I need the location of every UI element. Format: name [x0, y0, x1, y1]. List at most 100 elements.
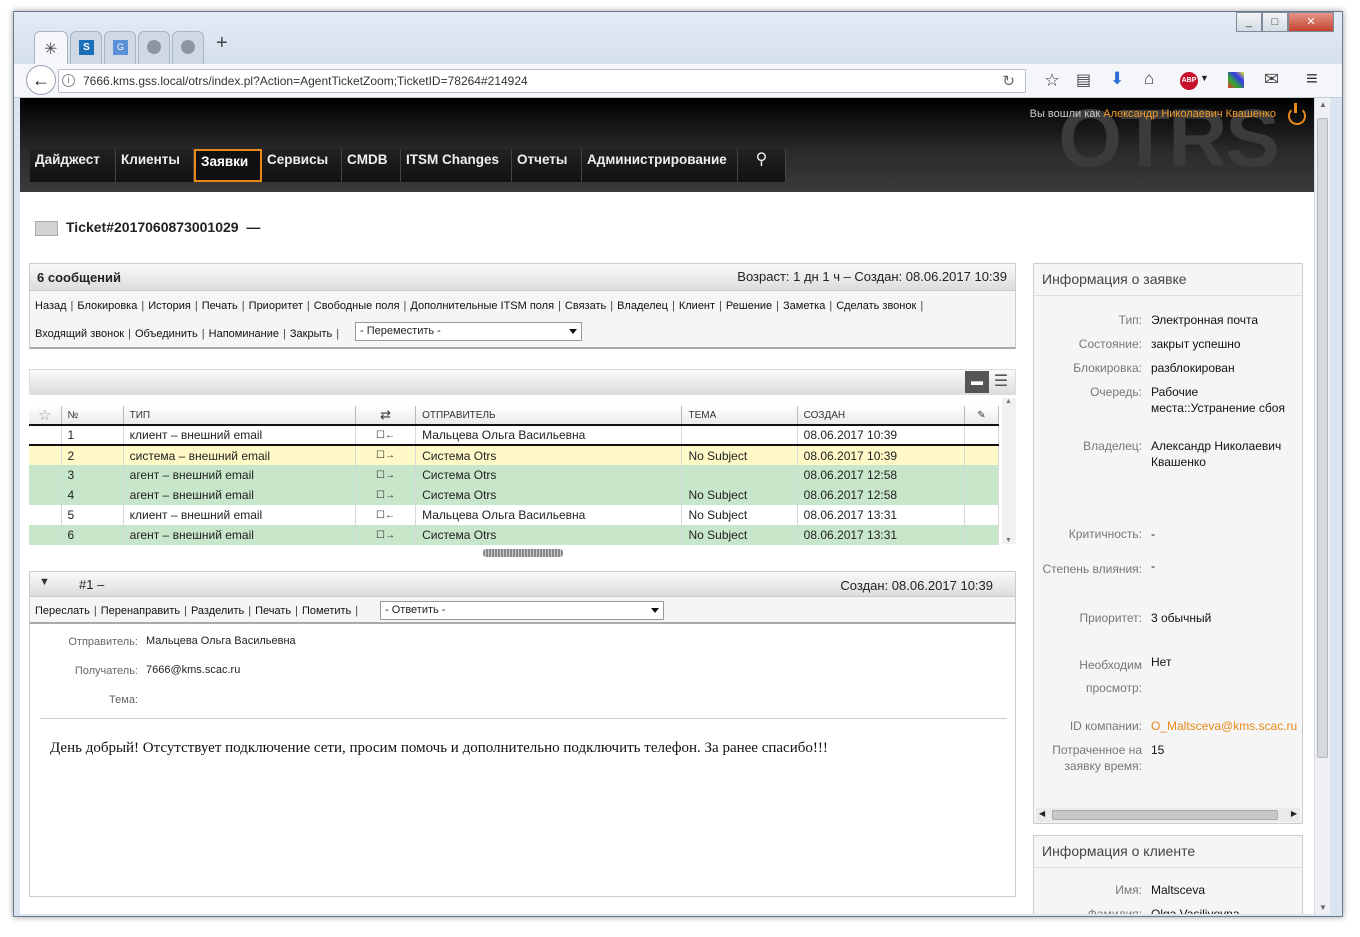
ticket-info-title: Информация о заявке: [1042, 271, 1187, 287]
scroll-left-icon[interactable]: ◀: [1039, 809, 1045, 818]
ticket-action-1[interactable]: Блокировка: [77, 300, 137, 312]
menu-item-services[interactable]: Сервисы: [262, 149, 342, 182]
ticket-action-3[interactable]: Печать: [202, 300, 238, 312]
maximize-button[interactable]: □: [1262, 12, 1288, 32]
ticket-action-5[interactable]: Свободные поля: [314, 300, 400, 312]
minimize-button[interactable]: _: [1236, 12, 1262, 32]
scroll-down-icon[interactable]: ▼: [1005, 537, 1012, 544]
ticket-info-value: -: [1151, 527, 1155, 541]
menu-item-tickets[interactable]: Заявки: [194, 149, 262, 182]
download-icon[interactable]: ⬇: [1110, 69, 1124, 89]
ticket-action-2[interactable]: История: [148, 300, 191, 312]
ticket-action-11[interactable]: Заметка: [783, 300, 825, 312]
reload-icon[interactable]: ↻: [1002, 72, 1015, 90]
ticket-action-4[interactable]: Приоритет: [249, 300, 303, 312]
article-divider: [40, 718, 1007, 719]
bookmark-star-icon[interactable]: ☆: [1044, 70, 1060, 91]
reply-select[interactable]: - Ответить -: [380, 601, 664, 620]
scroll-down-icon[interactable]: ▼: [1319, 903, 1327, 912]
list-view-icon[interactable]: ☰: [991, 371, 1011, 393]
article-body-text: День добрый! Отсутствует подключение сет…: [50, 740, 828, 756]
star-column-header[interactable]: ☆: [29, 406, 62, 425]
article-subject: No Subject: [681, 485, 798, 505]
menu-item-reports[interactable]: Отчеты: [512, 149, 582, 182]
menu-item-clients[interactable]: Клиенты: [116, 149, 194, 182]
user-name-link[interactable]: Александр Николаевич Квашенко: [1103, 108, 1276, 120]
ticket-action-2-1[interactable]: Объединить: [135, 328, 198, 340]
subject-label: Тема:: [109, 694, 138, 706]
menu-search-button[interactable]: ⚲: [738, 149, 786, 182]
ticket-action-7[interactable]: Связать: [565, 300, 606, 312]
menu-item-cmdb[interactable]: CMDB: [342, 149, 401, 182]
mail-icon[interactable]: ✉: [1264, 69, 1279, 90]
article-action-4[interactable]: Пометить: [302, 605, 351, 617]
browser-tab-translate[interactable]: G: [104, 31, 136, 65]
browser-tab-active[interactable]: ✳: [34, 31, 68, 65]
ticket-info-hscroll[interactable]: ◀ ▶: [1036, 808, 1300, 822]
action-separator: |: [558, 300, 561, 312]
browser-tab-sharepoint[interactable]: S: [70, 31, 102, 65]
move-queue-select[interactable]: - Переместить -: [355, 322, 582, 341]
scroll-thumb[interactable]: [1317, 118, 1328, 758]
col-number[interactable]: №: [61, 406, 124, 425]
article-row[interactable]: 1 клиент – внешний email ☐← Мальцева Ольга …: [29, 424, 1000, 446]
article-table-vscroll[interactable]: ▲ ▼: [1002, 398, 1016, 544]
close-window-button[interactable]: ✕: [1288, 12, 1334, 32]
article-created: 08.06.2017 13:31: [797, 525, 965, 545]
ticket-action-2-0[interactable]: Входящий звонок: [35, 328, 124, 340]
scroll-up-icon[interactable]: ▲: [1005, 398, 1012, 405]
article-action-0[interactable]: Переслать: [35, 605, 90, 617]
ticket-action-10[interactable]: Решение: [726, 300, 772, 312]
browser-tab-globe-2[interactable]: [172, 31, 204, 65]
col-type[interactable]: ТИП: [123, 406, 357, 425]
scroll-right-icon[interactable]: ▶: [1291, 809, 1297, 818]
logout-power-icon[interactable]: [1288, 103, 1306, 125]
article-action-2[interactable]: Разделить: [191, 605, 244, 617]
ticket-action-2-2[interactable]: Напоминание: [209, 328, 279, 340]
adblock-dropdown-icon[interactable]: ▼: [1200, 73, 1209, 83]
menu-item-itsm-changes[interactable]: ITSM Changes: [401, 149, 512, 182]
scroll-thumb[interactable]: [1052, 810, 1278, 820]
menu-item-digest[interactable]: Дайджест: [30, 149, 116, 182]
new-tab-button[interactable]: +: [216, 32, 228, 55]
url-bar[interactable]: i 7666.kms.gss.local/otrs/index.pl?Actio…: [58, 69, 1026, 93]
scroll-up-icon[interactable]: ▲: [1319, 100, 1327, 109]
star-cell: [29, 465, 62, 485]
customer-info-value: Olga Vasiliyevna: [1151, 907, 1240, 914]
article-table-container: ☆ № ТИП ⇄ ОТПРАВИТЕЛЬ ТЕМА СОЗДАН ✎ 1 кли…: [29, 406, 1016, 548]
ticket-action-0[interactable]: Назад: [35, 300, 67, 312]
ticket-action-9[interactable]: Клиент: [679, 300, 715, 312]
ticket-action-8[interactable]: Владелец: [617, 300, 668, 312]
ticket-action-6[interactable]: Дополнительные ITSM поля: [410, 300, 554, 312]
article-action-1[interactable]: Перенаправить: [101, 605, 180, 617]
col-subject[interactable]: ТЕМА: [681, 406, 798, 425]
collapse-view-button[interactable]: ▬: [965, 371, 989, 393]
article-row[interactable]: 6 агент – внешний email ☐→ Система Otrs No S…: [29, 525, 1000, 545]
page-vertical-scrollbar[interactable]: ▲ ▼: [1314, 98, 1330, 914]
ticket-action-2-3[interactable]: Закрыть: [290, 328, 332, 340]
ticket-info-key: Потраченное на заявку время:: [1052, 743, 1142, 773]
col-created[interactable]: СОЗДАН: [797, 406, 965, 425]
article-action-3[interactable]: Печать: [255, 605, 291, 617]
home-icon[interactable]: ⌂: [1144, 69, 1154, 89]
col-direction[interactable]: ⇄: [355, 406, 417, 425]
article-row[interactable]: 3 агент – внешний email ☐→ Система Otrs 08.0…: [29, 465, 1000, 485]
col-sender[interactable]: ОТПРАВИТЕЛЬ: [415, 406, 683, 425]
article-table-resize-handle[interactable]: [483, 549, 563, 557]
back-button[interactable]: ←: [26, 65, 56, 95]
login-info: Вы вошли как Александр Николаевич Квашен…: [1030, 108, 1276, 120]
reading-list-icon[interactable]: ▤: [1076, 70, 1091, 90]
adblock-icon[interactable]: ABP: [1180, 72, 1198, 90]
menu-item-admin[interactable]: Администрирование: [582, 149, 738, 182]
article-row[interactable]: 2 система – внешний email ☐→ Система Otrs No…: [29, 445, 1000, 465]
menu-hamburger-icon[interactable]: ≡: [1306, 68, 1318, 91]
article-collapse-icon[interactable]: ▼: [39, 576, 50, 588]
browser-tab-globe-1[interactable]: [138, 31, 170, 65]
ticket-action-12[interactable]: Сделать звонок: [836, 300, 916, 312]
ticket-info-value[interactable]: O_Maltsceva@kms.scac.ru: [1151, 718, 1301, 734]
ticket-info-key: Состояние:: [1078, 337, 1142, 351]
article-row[interactable]: 5 клиент – внешний email ☐← Мальцева Ольга …: [29, 505, 1000, 525]
attachment-column-header[interactable]: ✎: [964, 406, 1000, 425]
article-row[interactable]: 4 агент – внешний email ☐→ Система Otrs No S…: [29, 485, 1000, 505]
colorful-extension-icon[interactable]: [1228, 72, 1244, 88]
